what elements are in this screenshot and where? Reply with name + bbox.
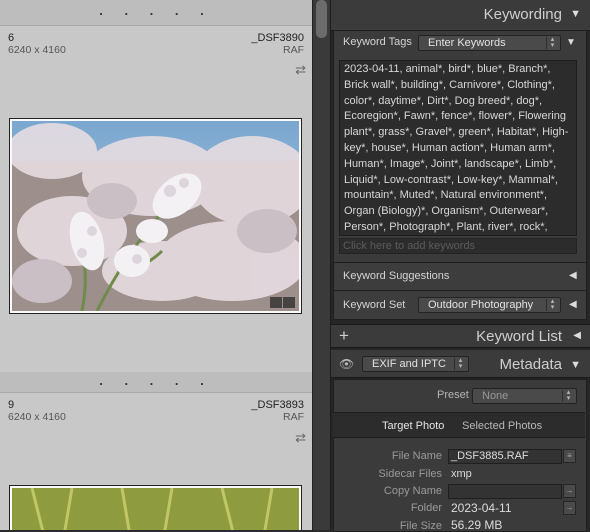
flower-photo (12, 121, 299, 311)
cell-index: 9 (8, 399, 15, 411)
swap-arrows-icon[interactable]: ⇄ (295, 430, 306, 446)
grid-scrollbar-thumb[interactable] (316, 0, 327, 38)
sidecar-files-label: Sidecar Files (378, 468, 442, 480)
cell-mid-dots: . . . . . (99, 373, 213, 388)
updown-arrows-icon: ▴ ▾ (546, 298, 558, 311)
keyword-set-value: Outdoor Photography (428, 299, 534, 311)
copy-name-label: Copy Name (383, 485, 442, 497)
photo-thumbnail[interactable] (9, 485, 302, 530)
keyword-set-select[interactable]: Outdoor Photography ▴ ▾ (418, 297, 561, 313)
metadata-header[interactable]: 👁 EXIF and IPTC ▴ ▾ Metadata ▼ (331, 350, 590, 378)
preset-select[interactable]: None ▴ ▾ (472, 388, 577, 404)
list-icon[interactable]: ≡ (563, 449, 576, 463)
photo-thumbnail[interactable] (9, 118, 302, 314)
metadata-title: Metadata (499, 356, 562, 373)
cell-filetype: RAF (283, 44, 304, 56)
cell-index: 6 (8, 32, 15, 44)
triangle-down-icon[interactable]: ▼ (570, 8, 581, 20)
add-keywords-input[interactable]: Click here to add keywords (339, 238, 577, 254)
updown-arrows-icon: ▴ ▾ (454, 357, 466, 370)
triangle-left-icon[interactable]: ◀ (569, 299, 577, 310)
tab-target-photo[interactable]: Target Photo (382, 420, 444, 432)
keywords-textarea[interactable]: 2023-04-11, animal*, bird*, blue*, Branc… (339, 60, 577, 236)
goto-arrow-icon[interactable]: → (563, 484, 576, 498)
triangle-down-icon[interactable]: ▼ (566, 37, 576, 48)
keywording-title: Keywording (483, 6, 562, 23)
cell-dimensions: 6240 x 4160 (8, 411, 66, 423)
grid-cell[interactable]: 9 6240 x 4160 _DSF3893 RAF ⇄ (0, 392, 312, 530)
cell-filename: _DSF3890 (251, 32, 304, 44)
goto-arrow-icon[interactable]: → (563, 501, 576, 515)
add-keyword-icon[interactable]: + (339, 326, 349, 346)
sidecar-files-value: xmp (451, 468, 472, 480)
keyword-tags-label: Keyword Tags (343, 36, 412, 48)
folder-label: Folder (410, 502, 442, 514)
preset-value: None (482, 390, 509, 402)
keyword-suggestions-label: Keyword Suggestions (343, 270, 450, 282)
triangle-left-icon[interactable]: ◀ (573, 330, 581, 341)
metadata-view-select[interactable]: EXIF and IPTC ▴ ▾ (362, 356, 469, 372)
file-size-label: File Size (399, 520, 442, 532)
file-name-value: _DSF3885.RAF (451, 450, 529, 462)
cell-top-dots: . . . . . (99, 3, 213, 18)
grass-photo (12, 488, 299, 530)
grid-scrollbar[interactable] (312, 0, 331, 530)
metadata-view-value: EXIF and IPTC (372, 358, 446, 370)
keyword-set-label: Keyword Set (343, 299, 406, 311)
keyword-list-header[interactable]: + Keyword List ◀ (331, 324, 590, 348)
keywording-header[interactable]: Keywording ▼ (331, 0, 590, 31)
cell-filetype: RAF (283, 411, 304, 423)
folder-value: 2023-04-11 (451, 501, 512, 515)
updown-arrows-icon: ▴ ▾ (562, 389, 574, 402)
triangle-left-icon[interactable]: ◀ (569, 270, 577, 281)
copy-name-field[interactable] (448, 484, 562, 499)
triangle-down-icon[interactable]: ▼ (570, 359, 581, 371)
grid-cell[interactable]: 6 6240 x 4160 _DSF3890 RAF ⇄ . . . . . (0, 25, 312, 388)
tab-selected-photos[interactable]: Selected Photos (462, 420, 542, 432)
swap-arrows-icon[interactable]: ⇄ (295, 62, 306, 78)
updown-arrows-icon: ▴ ▾ (546, 36, 558, 49)
cell-filename: _DSF3893 (251, 399, 304, 411)
preset-label: Preset (437, 389, 469, 401)
file-name-label: File Name (391, 450, 442, 462)
eye-icon[interactable]: 👁 (339, 357, 354, 371)
library-grid[interactable]: . . . . . 6 6240 x 4160 _DSF3890 RAF ⇄ .… (0, 0, 312, 530)
keyword-list-title: Keyword List (476, 328, 562, 345)
cell-dimensions: 6240 x 4160 (8, 44, 66, 56)
keyword-tags-mode-value: Enter Keywords (428, 37, 506, 49)
keyword-tags-mode-select[interactable]: Enter Keywords ▴ ▾ (418, 35, 561, 51)
metadata-tabs: Target Photo Selected Photos (333, 412, 585, 438)
keyword-suggestions-bar[interactable]: Keyword Suggestions ◀ (333, 262, 587, 291)
